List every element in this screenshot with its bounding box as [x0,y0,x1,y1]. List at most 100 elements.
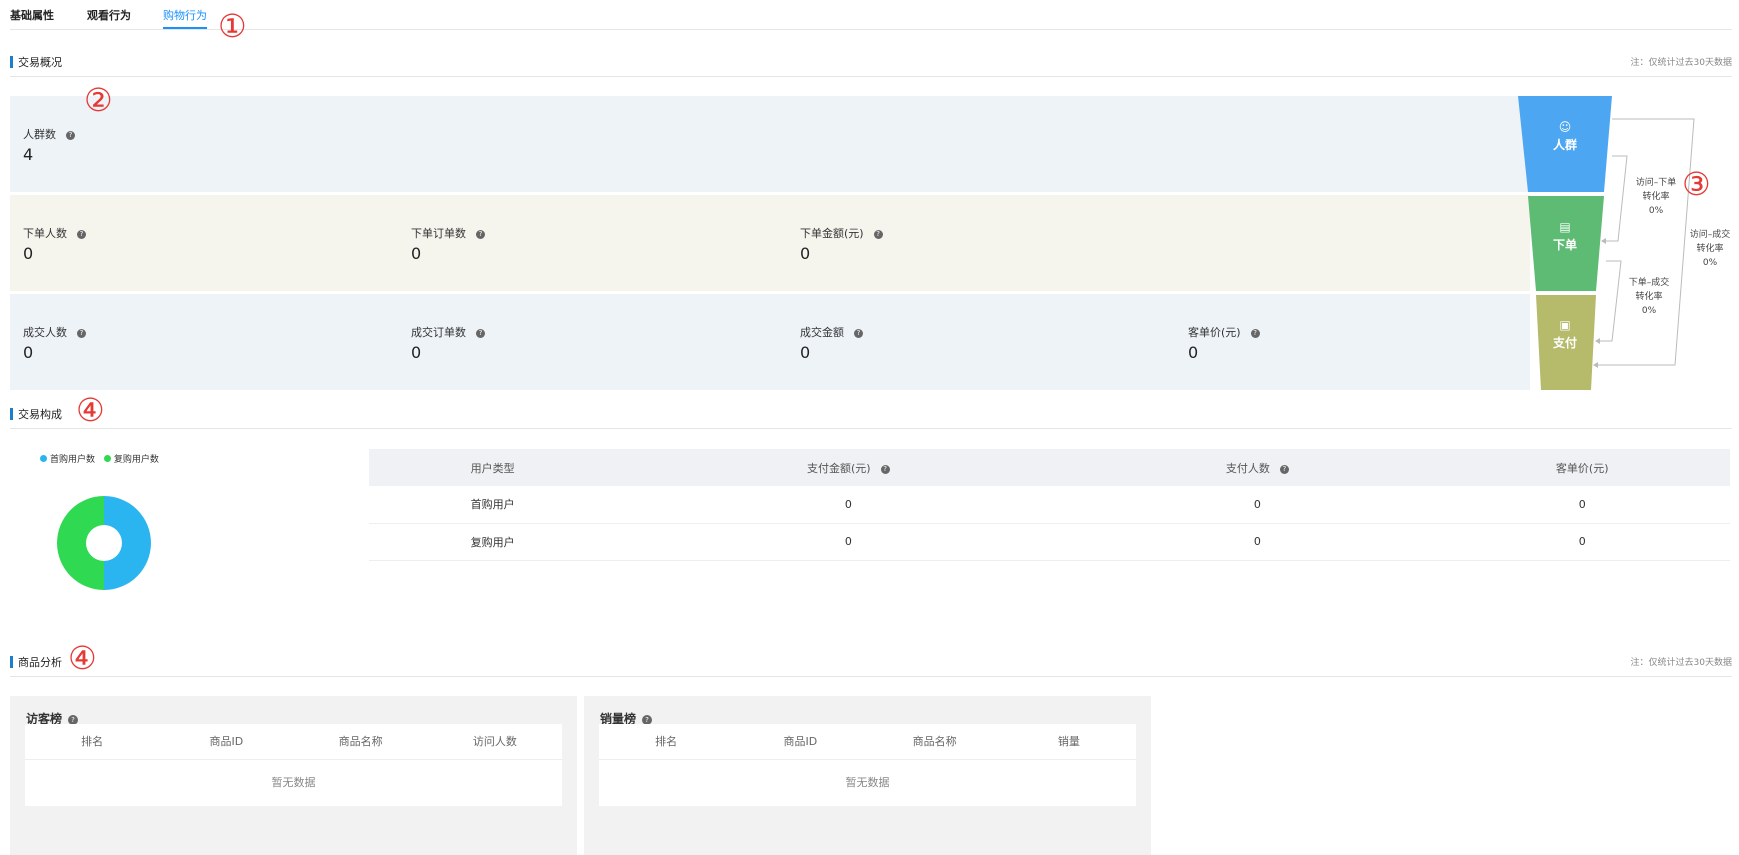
rate-label: 转化率 [1696,244,1724,254]
funnel-label-order: ▤ 下单 [1535,220,1595,253]
tab-viewing-behavior[interactable]: 观看行为 [87,7,131,23]
annotation-marker: ④ [76,391,105,429]
rate-label: 转化率 [1642,192,1670,202]
table-cell: 0 [616,523,1081,561]
metric-label: 下单人数 [23,227,67,240]
table-cell: 0 [1434,523,1730,561]
help-icon[interactable]: ? [854,329,863,338]
table-cell: 首购用户 [369,486,617,524]
section-note: 注：仅统计过去30天数据 [1630,58,1732,68]
column-header-pay-amount: 支付金额(元)? [616,449,1081,486]
rate-value: 0% [1648,206,1664,216]
column-header-user-type: 用户类型 [369,449,617,486]
metric-value: 0 [800,244,811,263]
help-icon[interactable]: ? [77,230,86,239]
annotation-marker: ③ [1682,165,1711,203]
funnel-stage-label: 人群 [1552,138,1577,152]
column-header-rank: 排名 [81,735,104,748]
column-header-sales: 销量 [1057,735,1080,748]
help-icon[interactable]: ? [873,230,883,239]
rate-order-deal: 下单–成交 转化率 0% [1620,276,1678,318]
section-header-overview: 交易概况 注：仅统计过去30天数据 [10,52,1732,77]
metric-crowd: 人群数? 4 [23,126,75,164]
metric-label: 成交金额 [800,326,844,339]
pie-slice-first-purchase[interactable] [104,496,151,590]
table-row: 首购用户 0 0 0 [369,486,1730,524]
legend-label: 复购用户数 [113,455,159,465]
legend-label: 首购用户数 [50,455,96,465]
metric-band-crowd: 人群数? 4 [10,96,1530,192]
section-note: 注：仅统计过去30天数据 [1630,658,1732,668]
ranking-table: 排名 商品ID 商品名称 销量 暂无数据 [599,724,1136,806]
help-icon[interactable]: ? [1250,329,1260,338]
column-header-product-id: 商品ID [209,735,244,748]
table-header-row: 排名 商品ID 商品名称 销量 [599,724,1136,760]
funnel-label-pay: ▣ 支付 [1535,318,1595,351]
metric-deal-users: 成交人数? 0 [23,324,86,362]
column-header-product-name: 商品名称 [912,735,957,748]
column-header-rank: 排名 [655,735,678,748]
funnel-label-crowd: ☺ 人群 [1535,120,1595,153]
help-icon[interactable]: ? [476,329,485,338]
help-icon[interactable]: ? [1279,464,1289,474]
rate-value: 0% [1702,258,1718,268]
legend-item-repurchase[interactable]: 复购用户数 [103,455,159,465]
help-icon[interactable]: ? [880,464,890,474]
metric-label: 人群数 [23,128,56,141]
column-header-product-id: 商品ID [783,735,818,748]
section-header-product: 商品分析 注：仅统计过去30天数据 [10,652,1732,677]
empty-state: 暂无数据 [845,776,890,789]
arrow-icon [1595,338,1600,344]
section-accent-bar [10,56,13,68]
person-icon: ☺ [1558,120,1572,134]
column-header-visitors: 访问人数 [472,735,517,748]
table-cell: 复购用户 [369,523,617,561]
section-title: 交易概况 [18,56,62,69]
legend-dot [103,455,111,462]
column-header-label: 客单价(元) [1555,461,1609,475]
empty-state: 暂无数据 [271,776,316,789]
metric-band-order: 下单人数? 0 下单订单数? 0 下单金额(元)? 0 [10,195,1530,291]
tab-bar: 基础属性 观看行为 购物行为 [10,0,1732,30]
legend-dot [40,455,47,462]
metric-value: 0 [411,343,422,362]
column-header-product-name: 商品名称 [338,735,383,748]
sales-ranking-panel: 销量榜? 排名 商品ID 商品名称 销量 暂无数据 [584,696,1151,855]
help-icon[interactable]: ? [77,329,86,338]
metric-order-users: 下单人数? 0 [23,225,86,263]
help-icon[interactable]: ? [476,230,485,239]
metric-value: 0 [23,343,34,362]
annotation-marker: ② [84,81,113,119]
arrow-icon [1601,238,1606,244]
metric-label: 成交订单数 [411,326,466,339]
column-header-pay-users: 支付人数? [1080,449,1435,486]
section-accent-bar [10,408,13,420]
rate-value: 0% [1641,306,1657,316]
visitor-ranking-panel: 访客榜? 排名 商品ID 商品名称 访问人数 暂无数据 [10,696,577,855]
help-icon[interactable]: ? [66,131,75,140]
column-header-label: 用户类型 [470,461,515,475]
pie-slice-repurchase[interactable] [57,496,104,590]
composition-table: 用户类型 支付金额(元)? 支付人数? 客单价(元) 首购用户 0 0 0 复购… [369,449,1730,561]
metric-deal-amount: 成交金额? 0 [800,324,863,362]
metric-value: 0 [23,244,34,263]
metric-value: 0 [1188,343,1199,362]
donut-chart [57,496,151,590]
metric-order-count: 下单订单数? 0 [411,225,485,263]
metric-order-amount: 下单金额(元)? 0 [800,225,883,263]
ranking-table: 排名 商品ID 商品名称 访问人数 暂无数据 [25,724,562,806]
annotation-marker: ① [218,7,247,45]
table-cell: 0 [1434,486,1730,524]
table-row: 复购用户 0 0 0 [369,523,1730,561]
bag-icon: ▣ [1559,318,1571,332]
metric-value: 0 [411,244,422,263]
chart-legend: 首购用户数 复购用户数 [40,452,165,465]
legend-item-first-purchase[interactable]: 首购用户数 [40,455,95,465]
column-header-label: 支付金额(元) [807,461,871,475]
section-title: 交易构成 [18,408,62,421]
column-header-label: 支付人数 [1225,461,1270,475]
tab-shopping-behavior[interactable]: 购物行为 [163,7,207,29]
tab-basic-attributes[interactable]: 基础属性 [10,7,54,23]
metric-avg-price: 客单价(元)? 0 [1188,324,1260,362]
rate-label: 访问–下单 [1635,178,1677,188]
